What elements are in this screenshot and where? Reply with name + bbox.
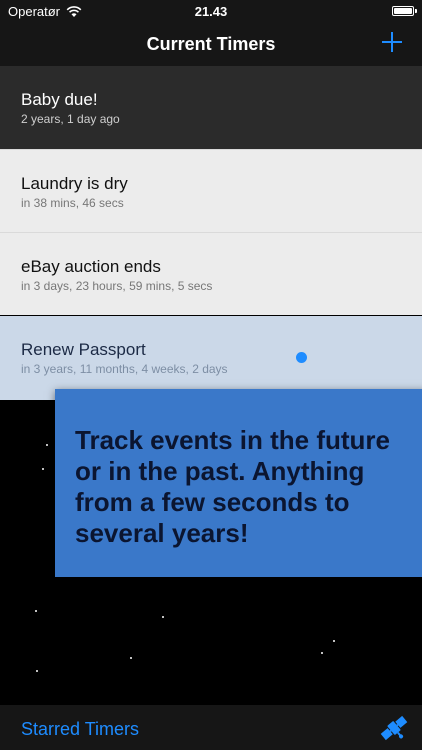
tab-bar: Starred Timers — [0, 705, 422, 750]
timer-subtitle: 2 years, 1 day ago — [21, 112, 120, 126]
timer-row-passport[interactable]: Renew Passport in 3 years, 11 months, 4 … — [0, 316, 422, 400]
status-bar: Operatør 21.43 — [0, 0, 422, 22]
timer-title: Baby due! — [21, 90, 98, 109]
starred-timers-tab[interactable]: Starred Timers — [21, 719, 139, 740]
timer-title: eBay auction ends — [21, 257, 161, 276]
nav-bar: Current Timers — [0, 22, 422, 66]
timer-title: Laundry is dry — [21, 174, 128, 193]
timer-row-baby-due[interactable]: Baby due! 2 years, 1 day ago — [0, 66, 422, 149]
touch-indicator-dot — [296, 352, 307, 363]
timer-row-ebay[interactable]: eBay auction ends in 3 days, 23 hours, 5… — [0, 232, 422, 315]
page-title: Current Timers — [146, 34, 276, 54]
add-timer-button[interactable] — [382, 32, 402, 52]
timer-subtitle: in 3 years, 11 months, 4 weeks, 2 days — [21, 362, 228, 376]
timer-row-laundry[interactable]: Laundry is dry in 38 mins, 46 secs — [0, 149, 422, 232]
battery-icon — [392, 6, 417, 16]
satellite-icon[interactable] — [378, 712, 410, 744]
callout-text: Track events in the future or in the pas… — [75, 425, 390, 548]
timer-subtitle: in 38 mins, 46 secs — [21, 196, 124, 210]
status-time: 21.43 — [194, 4, 228, 19]
timer-title: Renew Passport — [21, 340, 146, 359]
feature-callout: Track events in the future or in the pas… — [55, 389, 422, 577]
timer-subtitle: in 3 days, 23 hours, 59 mins, 5 secs — [21, 279, 213, 293]
